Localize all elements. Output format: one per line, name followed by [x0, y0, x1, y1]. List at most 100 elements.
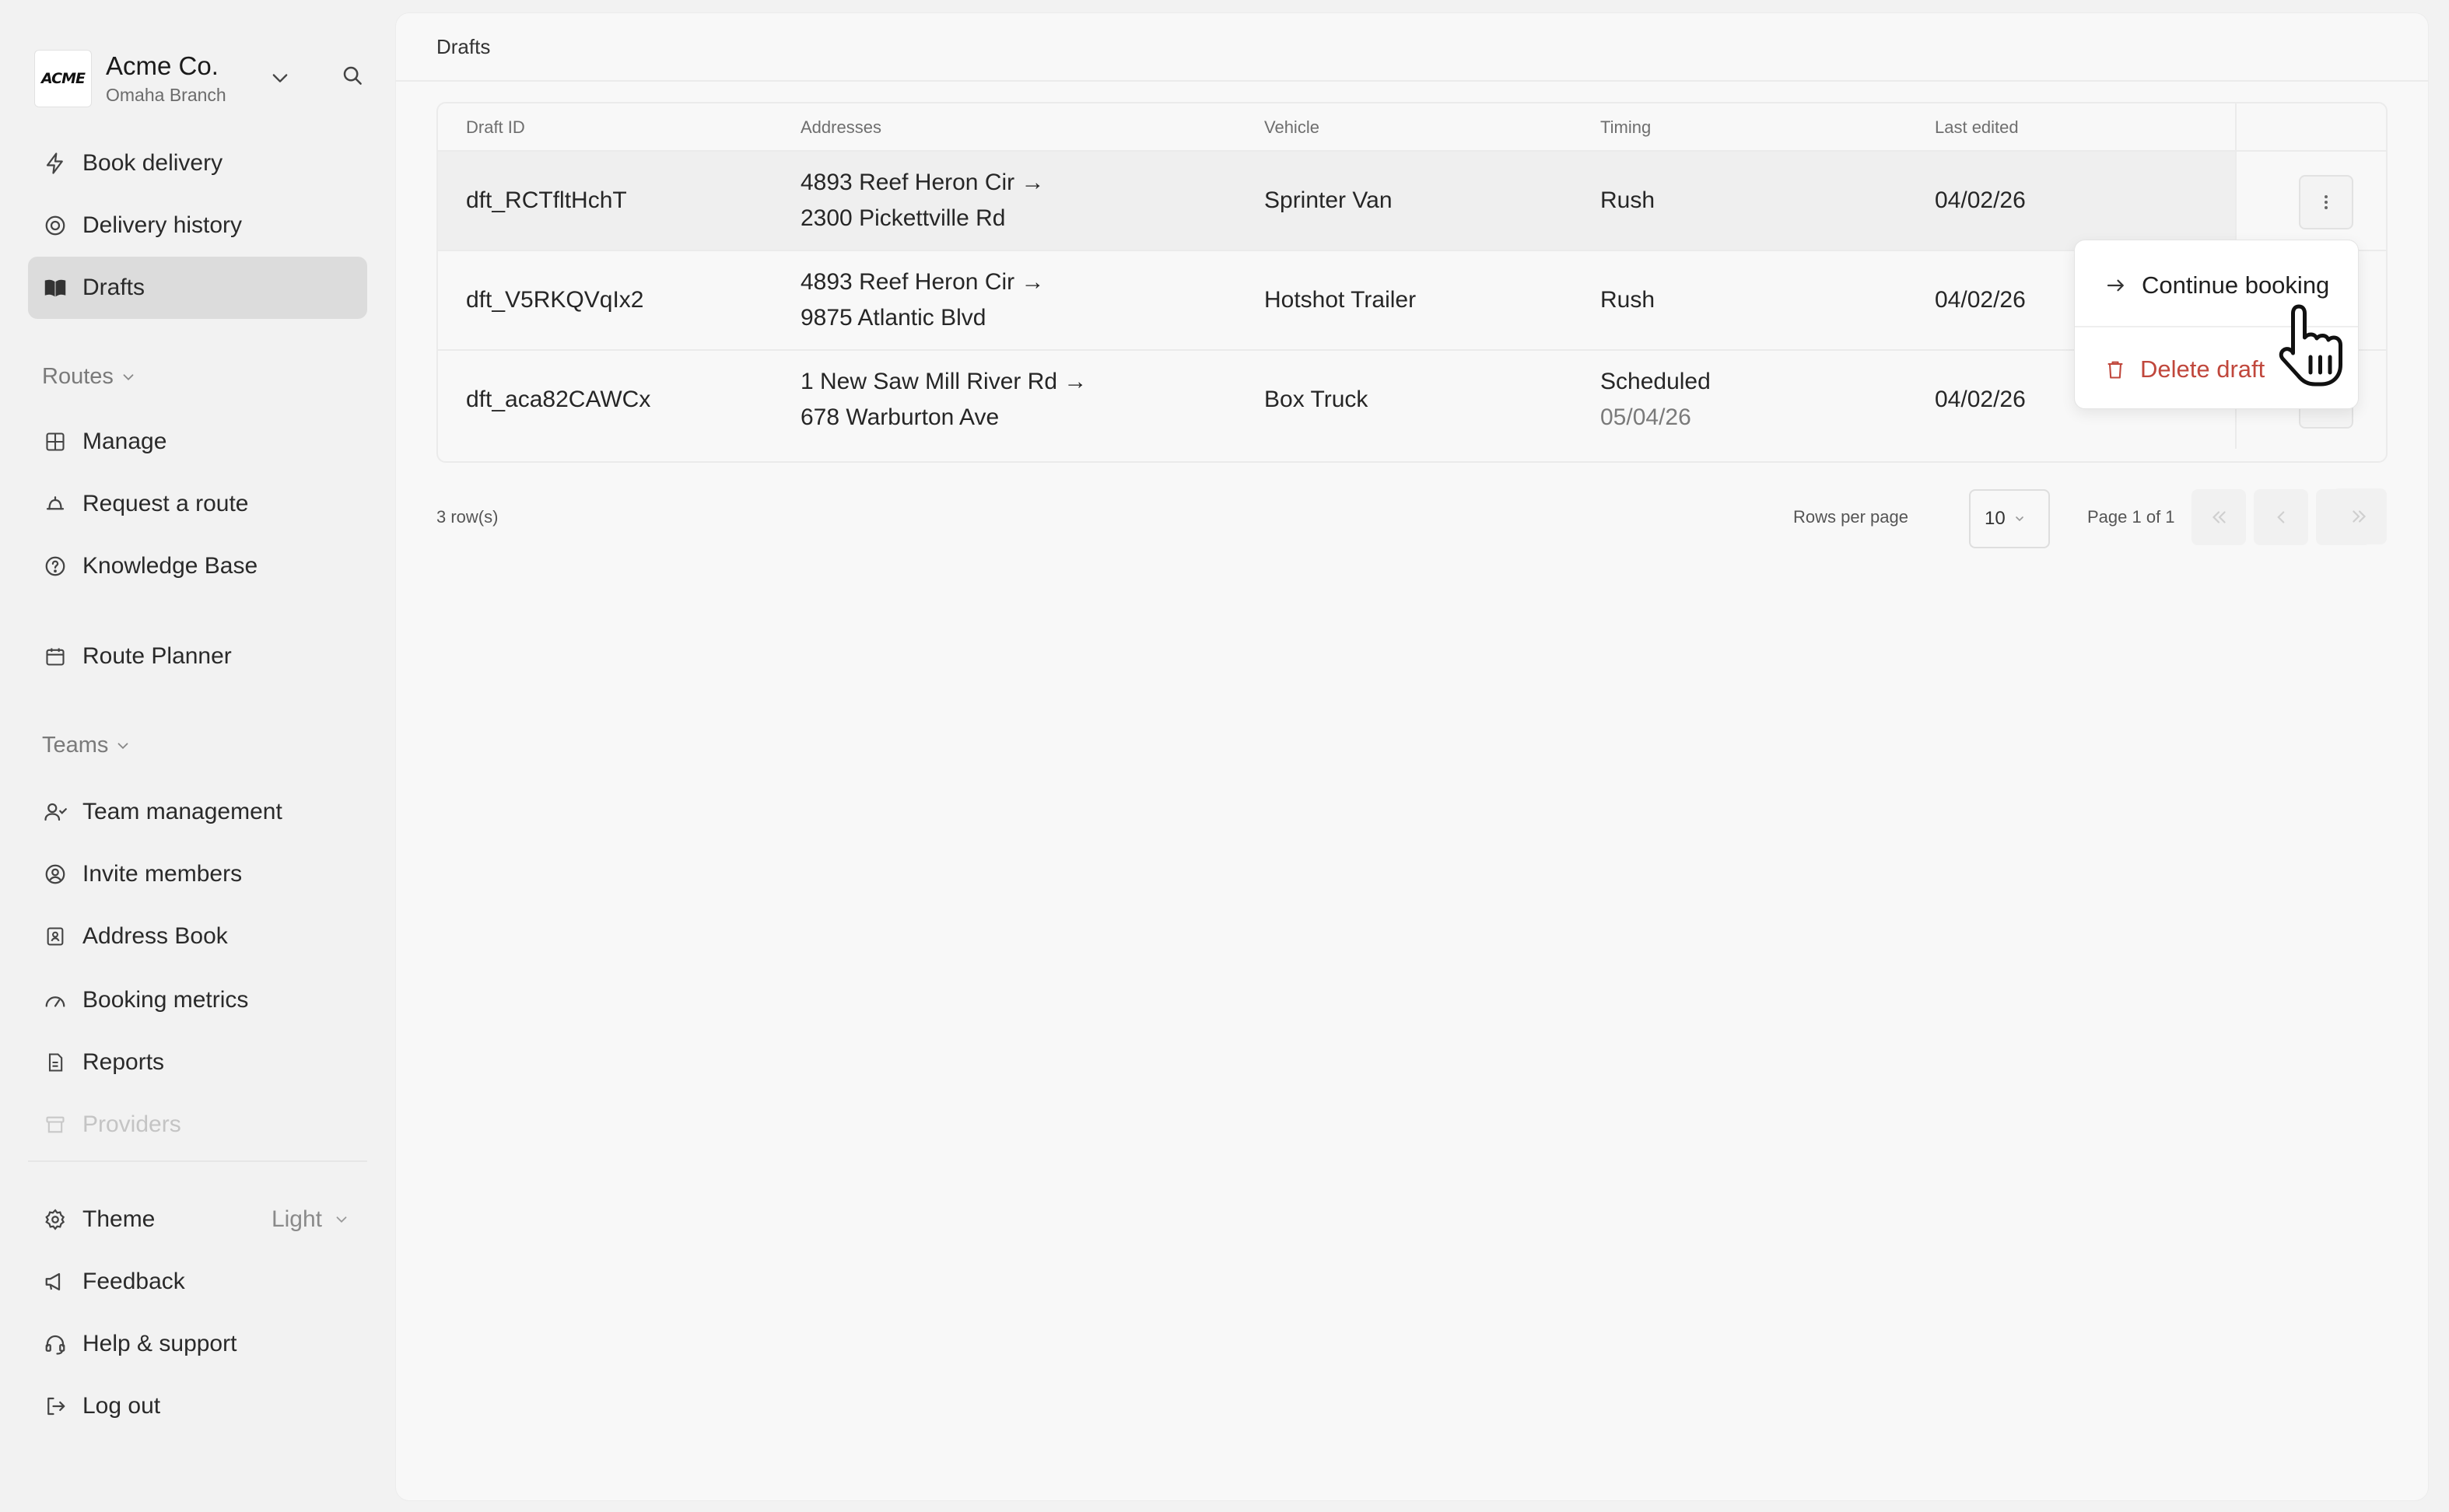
nav-label: Providers	[82, 1111, 181, 1137]
nav-label: Invite members	[82, 861, 243, 887]
chevron-down-icon[interactable]	[269, 67, 291, 89]
section-label: Routes	[42, 364, 114, 389]
org-branch: Omaha Branch	[106, 85, 226, 105]
calendar-icon	[42, 643, 68, 670]
page-info: Page 1 of 1	[2087, 507, 2175, 527]
draft-id: dft_RCTfltHchT	[466, 187, 627, 213]
contact-book-icon	[42, 923, 68, 950]
chevron-down-icon	[336, 1216, 347, 1223]
user-circle-icon	[42, 861, 68, 887]
table-row[interactable]: dft_RCTfltHchT 4893 Reef Heron Cir → 230…	[438, 152, 2386, 251]
first-page-button[interactable]	[2191, 489, 2246, 545]
addresses-cell: 4893 Reef Heron Cir → 2300 Pickettville …	[801, 152, 1044, 250]
nav-drafts[interactable]: Drafts	[28, 257, 367, 319]
last-page-button[interactable]	[2332, 488, 2387, 544]
section-label: Teams	[42, 733, 109, 758]
nav-log-out[interactable]: Log out	[28, 1375, 367, 1437]
nav-label: Help & support	[82, 1331, 237, 1356]
nav-label: Manage	[82, 429, 167, 454]
logout-icon	[42, 1393, 68, 1419]
nav-label: Address Book	[82, 923, 228, 949]
kebab-icon	[2325, 195, 2328, 209]
section-teams[interactable]: Teams	[42, 733, 131, 758]
prev-page-button[interactable]	[2254, 489, 2308, 545]
menu-label: Continue booking	[2142, 271, 2330, 299]
breadcrumb: Drafts	[396, 13, 2428, 82]
menu-label: Delete draft	[2140, 355, 2265, 383]
org-logo: ACME	[34, 50, 92, 107]
col-draft-id: Draft ID	[466, 117, 525, 137]
nav-knowledge-base[interactable]: Knowledge Base	[28, 535, 367, 597]
archive-icon	[42, 1111, 68, 1138]
chevron-down-icon	[2015, 516, 2023, 522]
nav-feedback[interactable]: Feedback	[28, 1251, 367, 1313]
col-last-edited: Last edited	[1935, 117, 2019, 137]
col-timing: Timing	[1600, 117, 1652, 137]
nav-providers[interactable]: Providers	[28, 1094, 367, 1156]
sidebar-divider	[28, 1160, 367, 1162]
timing-cell: Scheduled 05/04/26	[1600, 351, 1711, 449]
rows-per-page-select[interactable]: 10	[1969, 489, 2050, 548]
last-edited: 04/02/26	[1935, 387, 2026, 412]
address-to: 678 Warburton Ave	[801, 404, 1000, 430]
file-icon	[42, 1049, 68, 1076]
nav-label: Book delivery	[82, 150, 223, 176]
target-icon	[42, 212, 68, 239]
section-routes[interactable]: Routes	[42, 364, 137, 390]
chevrons-left-icon	[2212, 511, 2226, 523]
nav-address-book[interactable]: Address Book	[28, 905, 367, 968]
help-circle-icon	[42, 553, 68, 579]
nav-request-route[interactable]: Request a route	[28, 473, 367, 535]
sidebar: ACME Acme Co. Omaha Branch Book delivery…	[0, 0, 395, 1512]
nav-theme[interactable]: Theme Light	[28, 1188, 367, 1251]
theme-select[interactable]: Light	[272, 1188, 350, 1251]
nav-manage[interactable]: Manage	[28, 411, 367, 473]
nav-label: Feedback	[82, 1269, 185, 1294]
timing-date: 05/04/26	[1600, 404, 1691, 430]
last-edited: 04/02/26	[1935, 187, 2026, 213]
nav-label: Team management	[82, 799, 282, 824]
headset-icon	[42, 1331, 68, 1357]
chevron-left-icon	[2277, 511, 2285, 523]
gear-icon	[42, 1206, 68, 1233]
org-switcher[interactable]: ACME Acme Co. Omaha Branch	[34, 47, 369, 110]
timing: Rush	[1600, 187, 1655, 213]
megaphone-icon	[42, 1269, 68, 1295]
nav-label: Request a route	[82, 491, 249, 516]
theme-value: Light	[271, 1206, 322, 1232]
address-from: 4893 Reef Heron Cir →	[801, 269, 1045, 295]
nav-help-support[interactable]: Help & support	[28, 1313, 367, 1375]
nav-label: Booking metrics	[82, 987, 249, 1013]
nav-book-delivery[interactable]: Book delivery	[28, 132, 367, 194]
chevrons-right-icon	[2353, 510, 2367, 523]
nav-label: Route Planner	[82, 643, 232, 669]
vehicle: Box Truck	[1264, 387, 1368, 412]
search-icon[interactable]	[341, 64, 364, 87]
vehicle: Sprinter Van	[1264, 187, 1393, 213]
nav-label: Knowledge Base	[82, 553, 258, 579]
nav-label: Reports	[82, 1049, 165, 1075]
col-vehicle: Vehicle	[1264, 117, 1319, 137]
address-from: 4893 Reef Heron Cir →	[801, 170, 1045, 195]
nav-label: Log out	[82, 1393, 161, 1419]
draft-id: dft_aca82CAWCx	[466, 387, 651, 412]
trash-icon	[2107, 361, 2123, 379]
nav-reports[interactable]: Reports	[28, 1031, 367, 1094]
org-name: Acme Co.	[106, 51, 219, 80]
col-addresses: Addresses	[801, 117, 881, 137]
bell-icon	[42, 491, 68, 517]
address-to: 9875 Atlantic Blvd	[801, 305, 986, 331]
draft-id: dft_V5RKQVqIx2	[466, 287, 644, 313]
users-icon	[42, 799, 68, 825]
book-open-icon	[42, 275, 68, 301]
nav-delivery-history[interactable]: Delivery history	[28, 194, 367, 257]
lightning-icon	[42, 150, 68, 177]
chevron-down-icon	[118, 742, 128, 749]
nav-team-management[interactable]: Team management	[28, 781, 367, 843]
nav-booking-metrics[interactable]: Booking metrics	[28, 969, 367, 1031]
timing: Rush	[1600, 287, 1655, 313]
row-actions-button[interactable]	[2299, 175, 2353, 229]
nav-route-planner[interactable]: Route Planner	[28, 625, 367, 688]
nav-label: Delivery history	[82, 212, 243, 238]
nav-invite-members[interactable]: Invite members	[28, 843, 367, 905]
